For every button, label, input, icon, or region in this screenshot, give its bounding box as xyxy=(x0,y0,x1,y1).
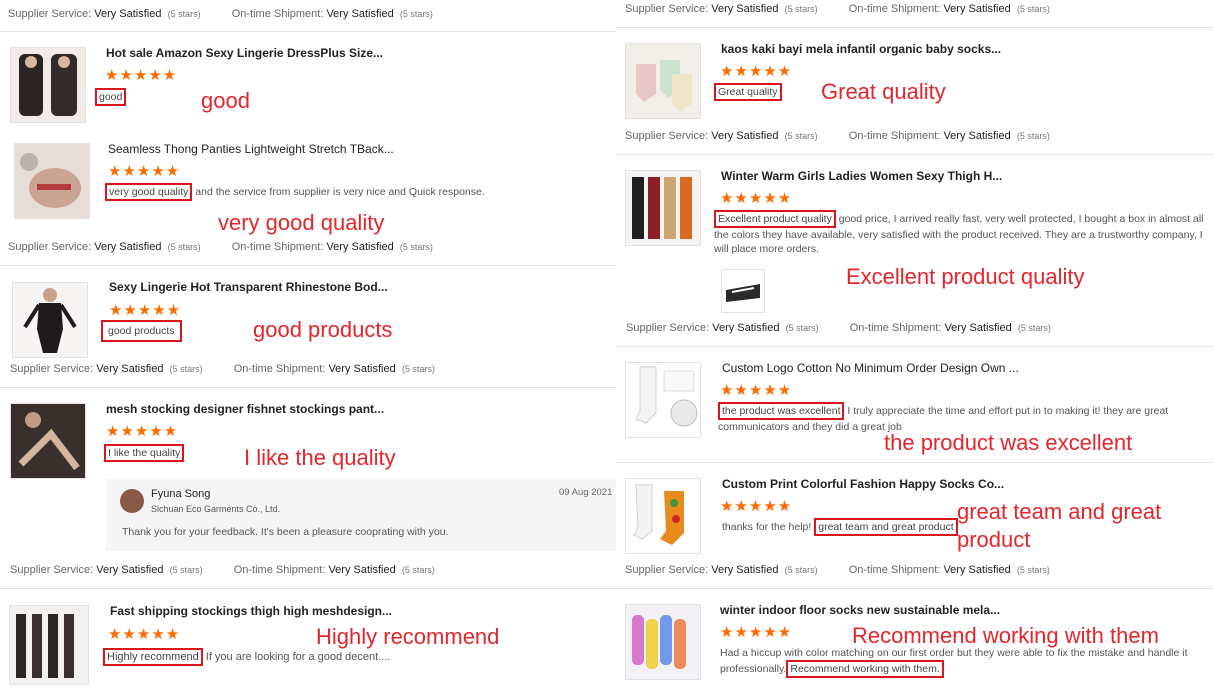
annotation-label: great team and great xyxy=(957,499,1162,524)
review-photo[interactable] xyxy=(721,269,765,313)
product-title[interactable]: Hot sale Amazon Sexy Lingerie DressPlus … xyxy=(106,46,383,60)
avatar xyxy=(120,489,144,513)
review-text: thanks for the help! great team and grea… xyxy=(722,518,958,536)
review-photo-image xyxy=(722,270,764,312)
left-review-column: Supplier Service: Very Satisfied (5 star… xyxy=(0,0,616,691)
reply-text: Thank you for your feedback. It's been a… xyxy=(122,526,449,538)
product-title[interactable]: Sexy Lingerie Hot Transparent Rhinestone… xyxy=(109,280,388,294)
product-thumbnail[interactable] xyxy=(625,604,701,680)
product-title[interactable]: kaos kaki bayi mela infantil organic bab… xyxy=(721,42,1001,56)
rating-stars: ★★★★★ xyxy=(106,423,179,440)
review-text: good products xyxy=(101,320,182,342)
reply-date: 09 Aug 2021 xyxy=(559,487,613,498)
review-text: Excellent product quality good price, I … xyxy=(714,210,1209,256)
divider xyxy=(0,387,616,388)
review-text: good xyxy=(95,88,127,106)
product-thumbnail[interactable] xyxy=(625,43,701,119)
review-text: Had a hiccup with color matching on our … xyxy=(720,646,1212,678)
logo-socks-image xyxy=(626,363,700,437)
annotation-label: Recommend working with them xyxy=(852,623,1159,648)
product-thumbnail[interactable] xyxy=(14,143,90,219)
annotation-label: Great quality xyxy=(821,79,946,104)
product-title[interactable]: mesh stocking designer fishnet stockings… xyxy=(106,402,384,416)
highlighted-phrase: Recommend working with them. xyxy=(786,660,944,678)
product-thumbnail[interactable] xyxy=(10,403,86,479)
review-text: I like the quality xyxy=(104,444,185,462)
annotation-label: Highly recommend xyxy=(316,624,500,649)
product-thumbnail[interactable] xyxy=(625,170,701,246)
product-title[interactable]: Custom Print Colorful Fashion Happy Sock… xyxy=(722,477,1004,491)
review-text: Highly recommend If you are looking for … xyxy=(103,648,390,666)
baby-socks-image xyxy=(626,44,700,118)
supplier-rating-row: Supplier Service: Very Satisfied (5 star… xyxy=(10,564,435,576)
fishnet-image xyxy=(11,404,85,478)
divider xyxy=(0,265,616,266)
annotation-label: the product was excellent xyxy=(884,430,1133,455)
divider xyxy=(616,588,1213,589)
divider xyxy=(616,154,1213,155)
product-thumbnail[interactable] xyxy=(10,47,86,123)
floor-socks-image xyxy=(626,605,700,679)
supplier-rating-row: Supplier Service: Very Satisfied (5 star… xyxy=(625,130,1050,142)
supplier-rating-row: Supplier Service: Very Satisfied (5 star… xyxy=(626,322,1051,334)
highlighted-phrase: the product was excellent xyxy=(718,402,845,420)
rating-stars: ★★★★★ xyxy=(108,163,181,180)
rating-stars: ★★★★★ xyxy=(108,626,181,643)
reply-author: Fyuna Song xyxy=(151,488,211,500)
happy-socks-image xyxy=(626,479,700,553)
supplier-rating-row: Supplier Service: Very Satisfied (5 star… xyxy=(8,241,433,253)
rating-stars: ★★★★★ xyxy=(109,302,182,319)
divider xyxy=(0,31,616,32)
bodysuit-image xyxy=(13,283,87,357)
product-title[interactable]: Seamless Thong Panties Lightweight Stret… xyxy=(108,142,394,156)
highlighted-phrase: Great quality xyxy=(714,83,782,101)
highlighted-phrase: Highly recommend xyxy=(103,648,203,666)
highlighted-phrase: Excellent product quality xyxy=(714,210,836,228)
annotation-label: very good quality xyxy=(218,210,385,235)
right-review-column: Supplier Service: Very Satisfied (5 star… xyxy=(616,0,1213,691)
product-title[interactable]: Winter Warm Girls Ladies Women Sexy Thig… xyxy=(721,169,1002,183)
annotation-label: I like the quality xyxy=(244,445,396,470)
supplier-rating-row: Supplier Service: Very Satisfied (5 star… xyxy=(625,564,1050,576)
highlighted-phrase: I like the quality xyxy=(104,444,185,462)
highlighted-phrase: good products xyxy=(101,320,182,342)
highlighted-phrase: great team and great product xyxy=(814,518,958,536)
supplier-rating-row: Supplier Service: Very Satisfied (5 star… xyxy=(8,8,433,20)
review-text: Great quality xyxy=(714,83,782,101)
lingerie-image xyxy=(11,48,85,122)
product-title[interactable]: Custom Logo Cotton No Minimum Order Desi… xyxy=(722,361,1019,375)
review-text: very good quality and the service from s… xyxy=(105,183,485,201)
highlighted-phrase: good xyxy=(95,88,127,106)
rating-stars: ★★★★★ xyxy=(720,63,793,80)
annotation-label: good xyxy=(201,88,250,113)
supplier-rating-row: Supplier Service: Very Satisfied (5 star… xyxy=(625,3,1050,15)
rating-stars: ★★★★★ xyxy=(720,624,793,641)
rating-stars: ★★★★★ xyxy=(105,67,178,84)
supplier-rating-row: Supplier Service: Very Satisfied (5 star… xyxy=(10,363,435,375)
divider xyxy=(0,588,616,589)
thigh-socks-image xyxy=(626,171,700,245)
reply-company: Sichuan Eco Garments Co., Ltd. xyxy=(151,504,281,514)
rating-stars: ★★★★★ xyxy=(720,190,793,207)
stockings-image xyxy=(10,606,88,684)
product-thumbnail[interactable] xyxy=(9,605,89,685)
divider xyxy=(616,346,1213,347)
product-title[interactable]: winter indoor floor socks new sustainabl… xyxy=(720,603,1000,617)
product-title[interactable]: Fast shipping stockings thigh high meshd… xyxy=(110,604,392,618)
annotation-label: Excellent product quality xyxy=(846,264,1085,289)
panties-image xyxy=(15,144,89,218)
rating-stars: ★★★★★ xyxy=(720,382,793,399)
product-thumbnail[interactable] xyxy=(625,362,701,438)
annotation-label: good products xyxy=(253,317,393,342)
annotation-label: product xyxy=(957,527,1031,552)
highlighted-phrase: very good quality xyxy=(105,183,193,201)
divider xyxy=(616,462,1213,463)
supplier-reply: Fyuna Song Sichuan Eco Garments Co., Ltd… xyxy=(106,479,616,551)
divider xyxy=(616,27,1213,28)
rating-stars: ★★★★★ xyxy=(720,498,793,515)
product-thumbnail[interactable] xyxy=(625,478,701,554)
product-thumbnail[interactable] xyxy=(12,282,88,358)
